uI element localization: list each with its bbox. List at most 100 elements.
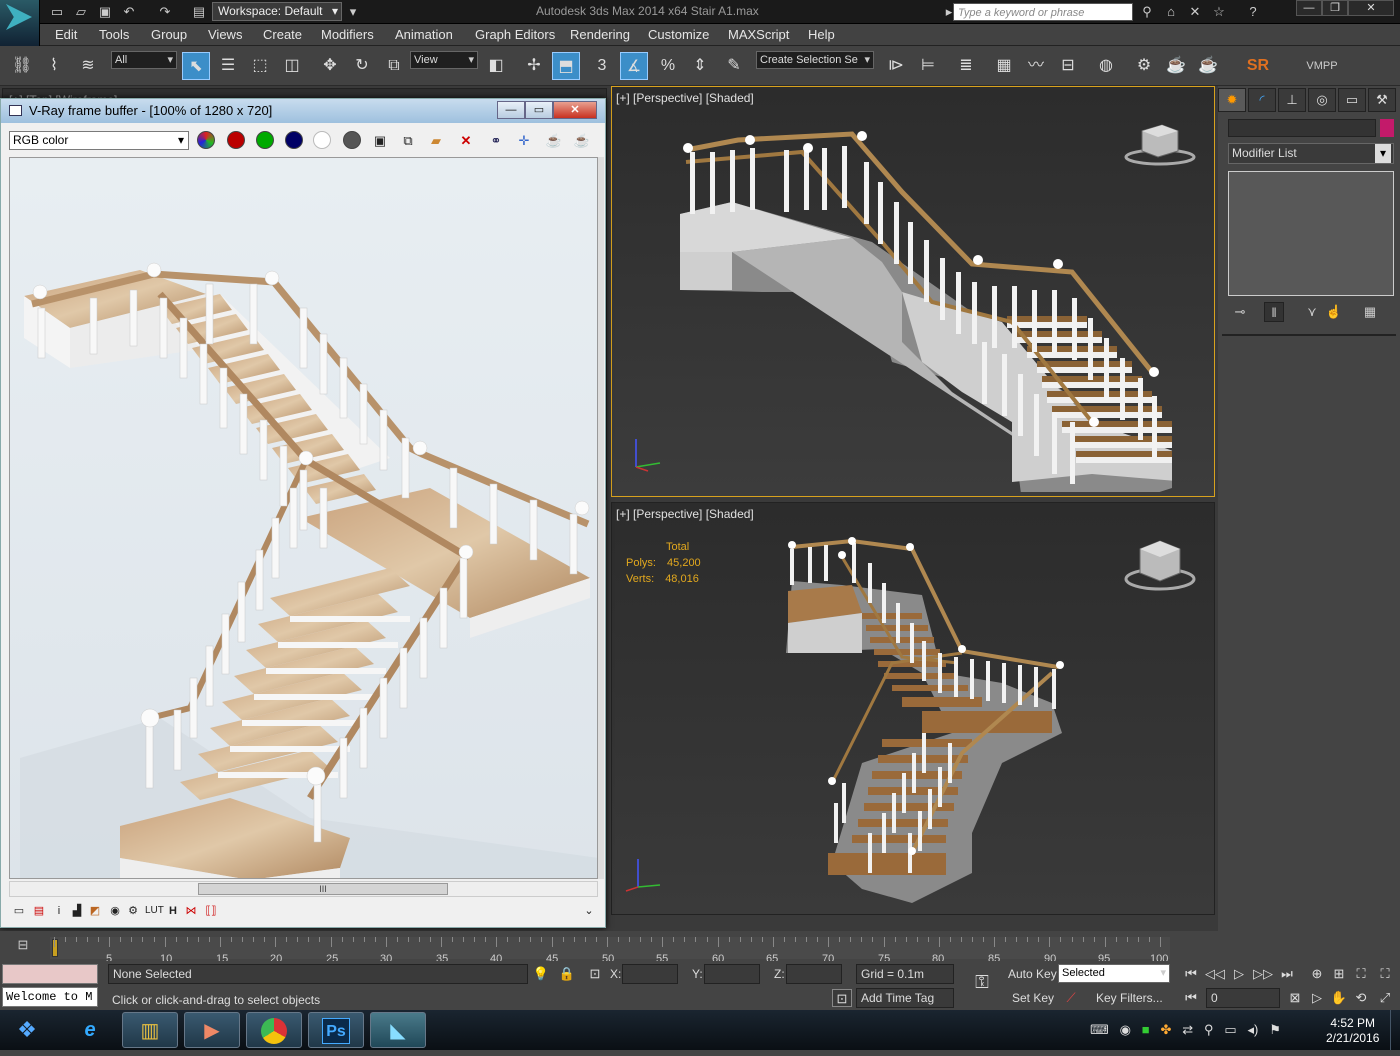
vray-title-bar[interactable]: V-Ray frame buffer - [100% of 1280 x 720… — [1, 99, 605, 123]
zoom-icon[interactable]: ⊕ — [1306, 965, 1328, 983]
exposure-icon[interactable]: ◉ — [107, 903, 123, 919]
angle-snap-icon[interactable]: ∡ — [620, 52, 648, 80]
viewport-perspective-top-label[interactable]: [+] [Perspective] [Shaded] — [616, 91, 754, 105]
track-mouse-icon[interactable]: ✛ — [513, 130, 535, 152]
select-object-icon[interactable]: ⬉ — [182, 52, 210, 80]
file-explorer-icon[interactable]: ▥ — [122, 1012, 178, 1048]
viewport-perspective-bottom-label[interactable]: [+] [Perspective] [Shaded] — [616, 507, 754, 521]
compare-icon[interactable]: ⋈ — [183, 903, 199, 919]
app-logo-button[interactable] — [0, 0, 40, 46]
select-and-rotate-icon[interactable]: ↻ — [348, 52, 376, 80]
layer-manager-icon[interactable]: ≣ — [952, 52, 980, 80]
vray-horizontal-scrollbar[interactable]: III — [9, 881, 598, 897]
rendered-frame-window-icon[interactable]: ☕ — [1162, 52, 1190, 80]
display-tab-icon[interactable]: ▭ — [1338, 88, 1366, 112]
quick-access-dropdown-icon[interactable]: ▾ — [344, 3, 362, 20]
pivot-center-icon[interactable]: ◧ — [482, 52, 510, 80]
keyboard-icon[interactable]: ⌨ — [1090, 1022, 1109, 1037]
selection-lock-icon[interactable]: 🔒 — [556, 965, 578, 983]
select-and-manipulate-icon[interactable]: ✢ — [520, 52, 548, 80]
maxscript-mini-listener-pink[interactable] — [2, 964, 98, 984]
internet-explorer-icon[interactable]: e — [62, 1012, 118, 1048]
menu-animation[interactable]: Animation — [395, 27, 453, 42]
play-icon[interactable]: ▷ — [1228, 965, 1250, 983]
curve-editor-icon[interactable]: 〰 — [1022, 52, 1050, 80]
display-correction-icon[interactable]: ▭ — [11, 903, 27, 919]
zoom-all-icon[interactable]: ⊞ — [1328, 965, 1350, 983]
z-coordinate-field[interactable] — [786, 964, 842, 984]
menu-group[interactable]: Group — [151, 27, 187, 42]
orbit-icon[interactable]: ⟲ — [1350, 989, 1372, 1007]
select-and-link-icon[interactable]: ⛓ — [8, 52, 36, 80]
make-unique-icon[interactable]: ⋎ — [1302, 302, 1322, 322]
show-end-result-icon[interactable]: ‖ — [1264, 302, 1284, 322]
key-tangent-icon[interactable]: ⟋ — [1060, 989, 1082, 1007]
go-to-end-icon[interactable]: ⏭ — [1276, 965, 1298, 983]
add-time-tag-button[interactable]: Add Time Tag — [856, 988, 954, 1008]
menu-edit[interactable]: Edit — [55, 27, 77, 42]
field-of-view-icon[interactable]: ▷ — [1306, 989, 1328, 1007]
save-file-icon[interactable]: ▣ — [96, 3, 114, 20]
isolate-selection-icon[interactable]: 💡 — [530, 965, 552, 983]
pan-view-icon[interactable]: ✋ — [1328, 989, 1350, 1007]
object-name-field[interactable] — [1228, 119, 1376, 137]
zoom-extents-icon[interactable]: ⛶ — [1350, 965, 1372, 983]
create-tab-icon[interactable]: ✹ — [1218, 88, 1246, 112]
time-tag-icon[interactable]: ⊡ — [832, 989, 852, 1007]
zoom-extents-all-icon[interactable]: ⛶ — [1374, 965, 1396, 983]
network-globe-icon[interactable]: ◉ — [1120, 1022, 1131, 1037]
menu-maxscript[interactable]: MAXScript — [728, 27, 789, 42]
color-app-icon[interactable]: ✤ — [1161, 1022, 1172, 1037]
chrome-icon[interactable] — [246, 1012, 302, 1048]
named-selection-set-dropdown[interactable]: Create Selection Se — [756, 51, 874, 69]
selection-filter-dropdown[interactable]: All — [111, 51, 177, 69]
maximize-button[interactable]: ❐ — [1322, 0, 1348, 16]
menu-views[interactable]: Views — [208, 27, 242, 42]
curve-icon[interactable]: ◩ — [87, 903, 103, 919]
save-image-icon[interactable]: ▣ — [369, 130, 391, 152]
menu-rendering[interactable]: Rendering — [570, 27, 630, 42]
schematic-view-icon[interactable]: ⊟ — [1054, 52, 1082, 80]
undo-icon[interactable]: ↶ — [120, 3, 138, 20]
green-channel-icon[interactable] — [256, 131, 274, 149]
photoshop-icon[interactable]: Ps — [308, 1012, 364, 1048]
percent-snap-icon[interactable]: % — [654, 52, 682, 80]
modifier-list-dropdown[interactable]: Modifier List — [1228, 143, 1394, 164]
minimize-button[interactable]: — — [1296, 0, 1322, 16]
y-coordinate-field[interactable] — [704, 964, 760, 984]
help-icon[interactable]: ? — [1244, 3, 1262, 20]
key-mode-dropdown[interactable]: Selected — [1058, 964, 1170, 983]
action-center-icon[interactable]: ▭ — [1224, 1022, 1236, 1037]
menu-customize[interactable]: Customize — [648, 27, 709, 42]
binoculars-icon[interactable]: ⚲ — [1138, 3, 1156, 20]
mini-curve-editor-icon[interactable]: ⊟ — [10, 937, 36, 955]
absolute-mode-icon[interactable]: ⊡ — [584, 965, 606, 983]
align-icon[interactable]: ⊨ — [914, 52, 942, 80]
vray-scroll-thumb[interactable]: III — [198, 883, 448, 895]
window-crossing-icon[interactable]: ◫ — [278, 52, 306, 80]
select-and-move-icon[interactable]: ✥ — [316, 52, 344, 80]
taskbar-clock[interactable]: 4:52 PM 2/21/2016 — [1326, 1016, 1379, 1046]
channel-dropdown[interactable]: RGB color — [9, 131, 189, 150]
clear-image-icon[interactable]: ✕ — [455, 130, 477, 152]
new-file-icon[interactable]: ▭ — [48, 3, 66, 20]
go-to-start-icon[interactable]: ⏮ — [1180, 965, 1202, 983]
vray-vertical-scrollbar[interactable] — [598, 157, 604, 879]
menu-graph-editors[interactable]: Graph Editors — [475, 27, 555, 42]
expand-panel-icon[interactable]: ⌄ — [581, 903, 597, 919]
media-player-icon[interactable]: ▶ — [184, 1012, 240, 1048]
viewport-perspective-bottom[interactable]: [+] [Perspective] [Shaded] Total Polys: … — [611, 502, 1215, 915]
3ds-max-taskbar-icon[interactable]: ◣ — [370, 1012, 426, 1048]
levels-icon[interactable]: ▟ — [69, 903, 85, 919]
subscription-icon[interactable]: ⌂ — [1162, 3, 1180, 20]
history-button[interactable]: H — [165, 903, 181, 919]
remove-modifier-icon[interactable]: ☝ — [1324, 302, 1344, 322]
render-setup-icon[interactable]: ⚙ — [1130, 52, 1158, 80]
sr-button[interactable]: SR — [1244, 52, 1272, 80]
network-icon[interactable]: ⇄ — [1182, 1022, 1193, 1037]
communication-icon[interactable]: ✕ — [1186, 3, 1204, 20]
render-production-icon[interactable]: ☕ — [1194, 52, 1222, 80]
viewport-perspective-top[interactable]: [+] [Perspective] [Shaded] — [611, 86, 1215, 497]
hierarchy-tab-icon[interactable]: ⊥ — [1278, 88, 1306, 112]
load-image-icon[interactable]: ▰ — [425, 130, 447, 152]
